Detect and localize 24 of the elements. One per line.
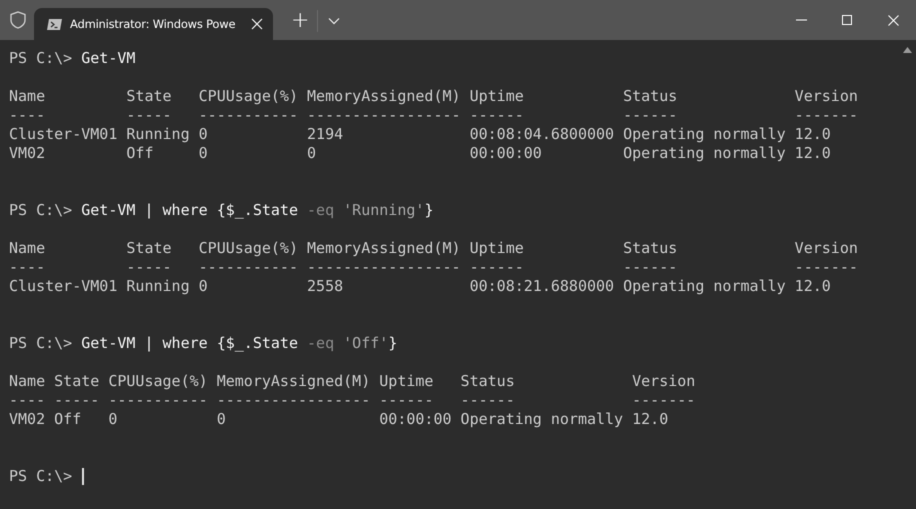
output-line: Cluster-VM01 Running 0 2194 00:08:04.6800000 Operating normally 12.0: [9, 125, 831, 144]
new-tab-button[interactable]: +: [285, 8, 316, 34]
tab-title: Administrator: Windows Powe: [70, 17, 236, 31]
command-line: PS C:\> Get-VM | where {$_.State -eq 'Off'}: [9, 334, 398, 353]
command-line: PS C:\> Get-VM | where {$_.State -eq 'Running'}: [9, 201, 434, 220]
output-line: Cluster-VM01 Running 0 2558 00:08:21.6880000 Operating normally 12.0: [9, 277, 831, 296]
maximize-icon[interactable]: [842, 15, 852, 25]
output-line: Name State CPUUsage(%) MemoryAssigned(M) Uptime Status Version: [9, 87, 858, 106]
output-line: ---- ----- ----------- ----------------- ------ ------ -------: [9, 391, 696, 410]
output-line: Name State CPUUsage(%) MemoryAssigned(M) Uptime Status Version: [9, 239, 858, 258]
chevron-down-icon[interactable]: [328, 17, 340, 25]
output-line: ---- ----- ----------- ----------------- ------ ------ -------: [9, 258, 858, 277]
powershell-icon: [47, 18, 62, 30]
command-line: PS C:\>: [9, 467, 74, 486]
output-line: ---- ----- ----------- ----------------- ------ ------ -------: [9, 106, 858, 125]
terminal-tab[interactable]: Administrator: Windows Powe: [34, 8, 273, 40]
scroll-up-icon[interactable]: [902, 47, 912, 53]
output-line: VM02 Off 0 0 00:00:00 Operating normally 12.0: [9, 144, 831, 163]
minimize-icon[interactable]: [796, 19, 806, 21]
output-line: VM02 Off 0 0 00:00:00 Operating normally 12.0: [9, 410, 668, 429]
shield-icon: [10, 11, 26, 29]
close-icon[interactable]: [251, 18, 263, 30]
command-line: PS C:\> Get-VM: [9, 49, 136, 68]
output-line: Name State CPUUsage(%) MemoryAssigned(M) Uptime Status Version: [9, 372, 696, 391]
